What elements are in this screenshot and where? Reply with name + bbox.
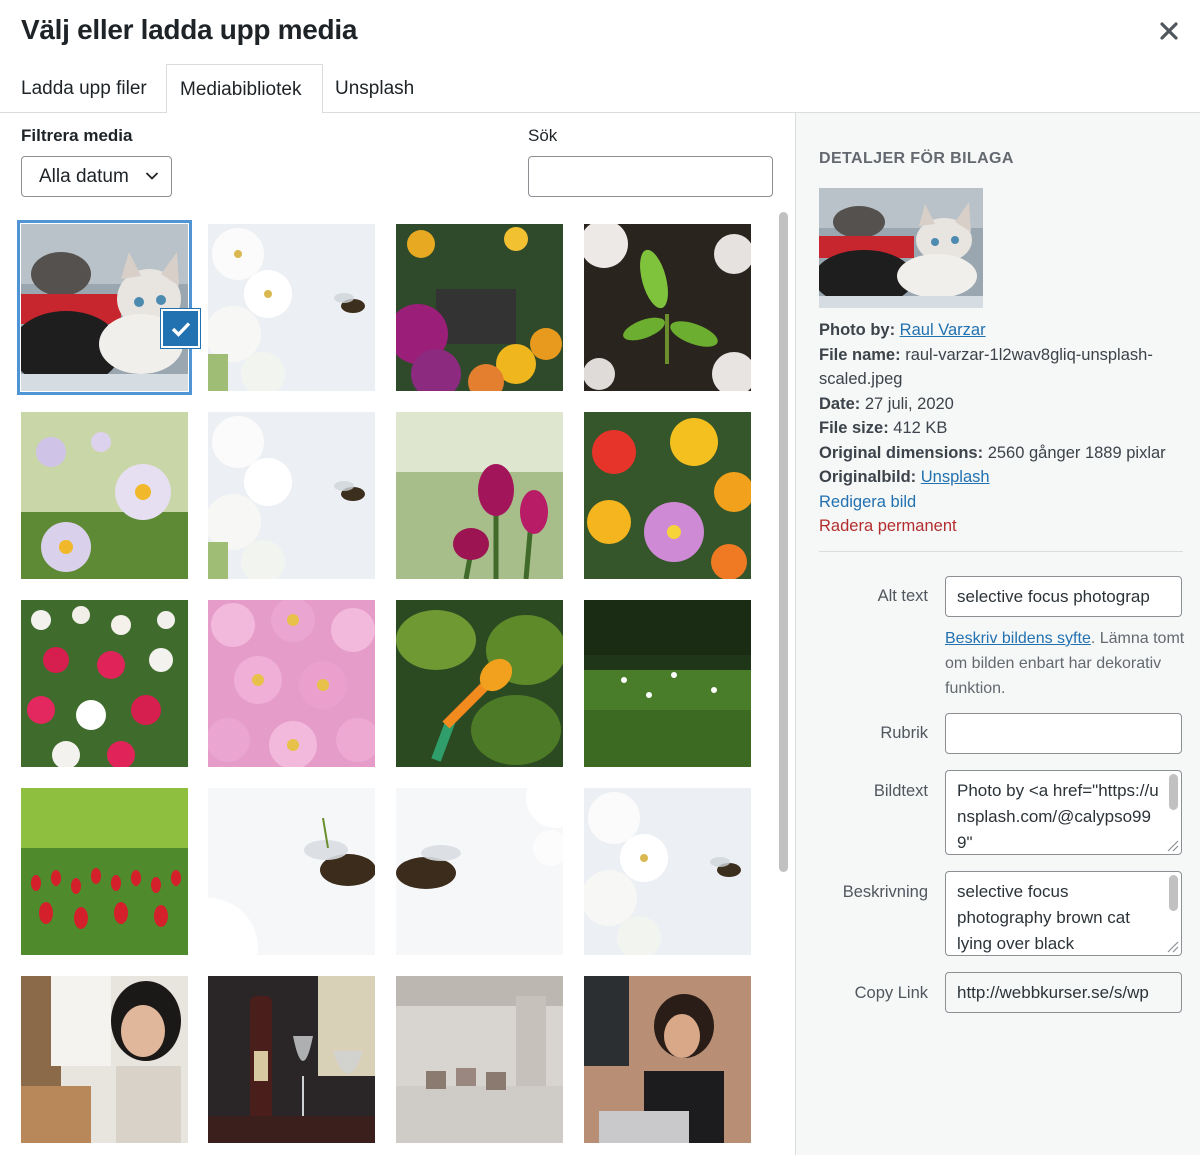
bee-blossom-thumbnail (208, 224, 375, 391)
filter-media-label: Filtrera media (21, 126, 133, 145)
date-filter-value: Alla datum (39, 166, 129, 187)
file-size-value: 412 KB (893, 419, 948, 437)
description-value: selective focus photography brown cat ly… (957, 882, 1130, 953)
resize-grip-icon[interactable] (1165, 838, 1179, 852)
media-item-bee-closeup[interactable] (208, 788, 375, 955)
dimensions-label: Original dimensions: (819, 443, 984, 462)
dimensions-value: 2560 gånger 1889 pixlar (987, 443, 1166, 462)
caption-label: Bildtext (873, 782, 928, 800)
woman-phone-thumbnail (21, 976, 188, 1143)
description-label: Beskrivning (842, 883, 928, 901)
title-label: Rubrik (880, 724, 928, 742)
colorful-daisies-thumbnail (584, 412, 751, 579)
media-item-kittens[interactable] (21, 224, 188, 391)
attachment-details-heading: Detaljer för bilaga (819, 150, 1014, 167)
caption-scrollbar[interactable] (1169, 774, 1178, 810)
describe-purpose-link[interactable]: Beskriv bildens syfte (945, 630, 1091, 647)
media-item-tulips[interactable] (396, 412, 563, 579)
original-image-link[interactable]: Unsplash (921, 468, 990, 486)
pink-chrysanthemums-thumbnail (208, 600, 375, 767)
chevron-down-icon (145, 172, 159, 180)
media-item-bee-blossom-2[interactable] (208, 412, 375, 579)
file-name-label: File name: (819, 345, 901, 364)
daisy-field-thumbnail (21, 600, 188, 767)
media-item-pink-chrysanthemums[interactable] (208, 600, 375, 767)
media-item-potted-flowers[interactable] (396, 224, 563, 391)
details-divider (819, 551, 1183, 552)
cafe-interior-thumbnail (396, 976, 563, 1143)
checkmark-icon (171, 321, 190, 337)
alt-text-label: Alt text (877, 587, 928, 605)
tab-unsplash[interactable]: Unsplash (322, 64, 427, 113)
media-grid (0, 210, 770, 1155)
media-item-woman-laptop[interactable] (584, 976, 751, 1143)
file-size-label: File size: (819, 419, 889, 437)
media-item-bee-blossom-1[interactable] (208, 224, 375, 391)
edit-image-link[interactable]: Redigera bild (819, 493, 916, 511)
search-input[interactable] (528, 156, 773, 197)
copy-link-input[interactable]: http://webbkurser.se/s/wp (945, 972, 1182, 1013)
resize-grip-icon[interactable] (1165, 939, 1179, 953)
media-item-wine[interactable] (208, 976, 375, 1143)
bee-closeup-thumbnail (208, 788, 375, 955)
date-label: Date: (819, 394, 861, 413)
red-tulip-field-thumbnail (21, 788, 188, 955)
media-item-bee-flying[interactable] (396, 788, 563, 955)
kittens-thumbnail (819, 188, 983, 308)
media-item-purple-daisies[interactable] (21, 412, 188, 579)
delete-permanently-link[interactable]: Radera permanent (819, 517, 957, 535)
description-scrollbar[interactable] (1169, 875, 1178, 911)
grass-flowers-thumbnail (584, 600, 751, 767)
grid-scrollbar[interactable] (776, 210, 791, 1155)
attachment-thumbnail (819, 188, 983, 308)
wine-thumbnail (208, 976, 375, 1143)
attachment-details-sidebar: Detaljer för bilaga Photo by: Raul Varza… (795, 113, 1200, 1155)
media-item-seedling[interactable] (584, 224, 751, 391)
close-button[interactable] (1156, 18, 1182, 44)
alt-text-input[interactable]: selective focus photograp (945, 576, 1182, 617)
bee-blossom-thumbnail (584, 788, 751, 955)
copy-link-label: Copy Link (854, 984, 928, 1002)
date-filter-select[interactable]: Alla datum (21, 156, 172, 197)
tab-media-library[interactable]: Mediabibliotek (166, 64, 323, 114)
search-label: Sök (528, 126, 558, 145)
media-item-woman-phone[interactable] (21, 976, 188, 1143)
date-value: 27 juli, 2020 (864, 394, 954, 413)
bee-flying-thumbnail (396, 788, 563, 955)
title-input[interactable] (945, 713, 1182, 754)
tulips-thumbnail (396, 412, 563, 579)
media-browser: Filtrera media Sök Alla datum (0, 113, 795, 1155)
description-textarea[interactable]: selective focus photography brown cat ly… (945, 871, 1182, 956)
modal-title: Välj eller ladda upp media (21, 14, 358, 45)
media-item-cafe-interior[interactable] (396, 976, 563, 1143)
media-item-daisy-field[interactable] (21, 600, 188, 767)
close-icon[interactable] (1156, 18, 1182, 44)
grid-scroll-thumb[interactable] (779, 212, 788, 872)
media-item-grass-flowers[interactable] (584, 600, 751, 767)
watering-can-thumbnail (396, 600, 563, 767)
photographer-link[interactable]: Raul Varzar (900, 321, 986, 339)
photo-by-label: Photo by: (819, 321, 896, 339)
woman-laptop-thumbnail (584, 976, 751, 1143)
media-item-colorful-daisies[interactable] (584, 412, 751, 579)
original-image-label: Originalbild: (819, 468, 917, 486)
attachment-details: Photo by: Raul Varzar File name: raul-va… (819, 318, 1189, 539)
potted-flowers-thumbnail (396, 224, 563, 391)
bee-blossom-thumbnail (208, 412, 375, 579)
kittens-thumbnail (21, 224, 188, 391)
media-item-bee-blossom-3[interactable] (584, 788, 751, 955)
media-item-watering-can[interactable] (396, 600, 563, 767)
caption-textarea[interactable]: Photo by <a href="https://unsplash.com/@… (945, 770, 1182, 855)
purple-daisies-thumbnail (21, 412, 188, 579)
media-item-red-tulip-field[interactable] (21, 788, 188, 955)
seedling-thumbnail (584, 224, 751, 391)
caption-value: Photo by <a href="https://unsplash.com/@… (957, 781, 1159, 852)
selected-check-button[interactable] (161, 309, 200, 348)
alt-text-help: Beskriv bildens syfte. Lämna tomt om bil… (945, 626, 1185, 701)
media-tabs: Ladda upp filer Mediabibliotek Unsplash (0, 64, 1200, 114)
tab-upload-files[interactable]: Ladda upp filer (8, 64, 160, 113)
